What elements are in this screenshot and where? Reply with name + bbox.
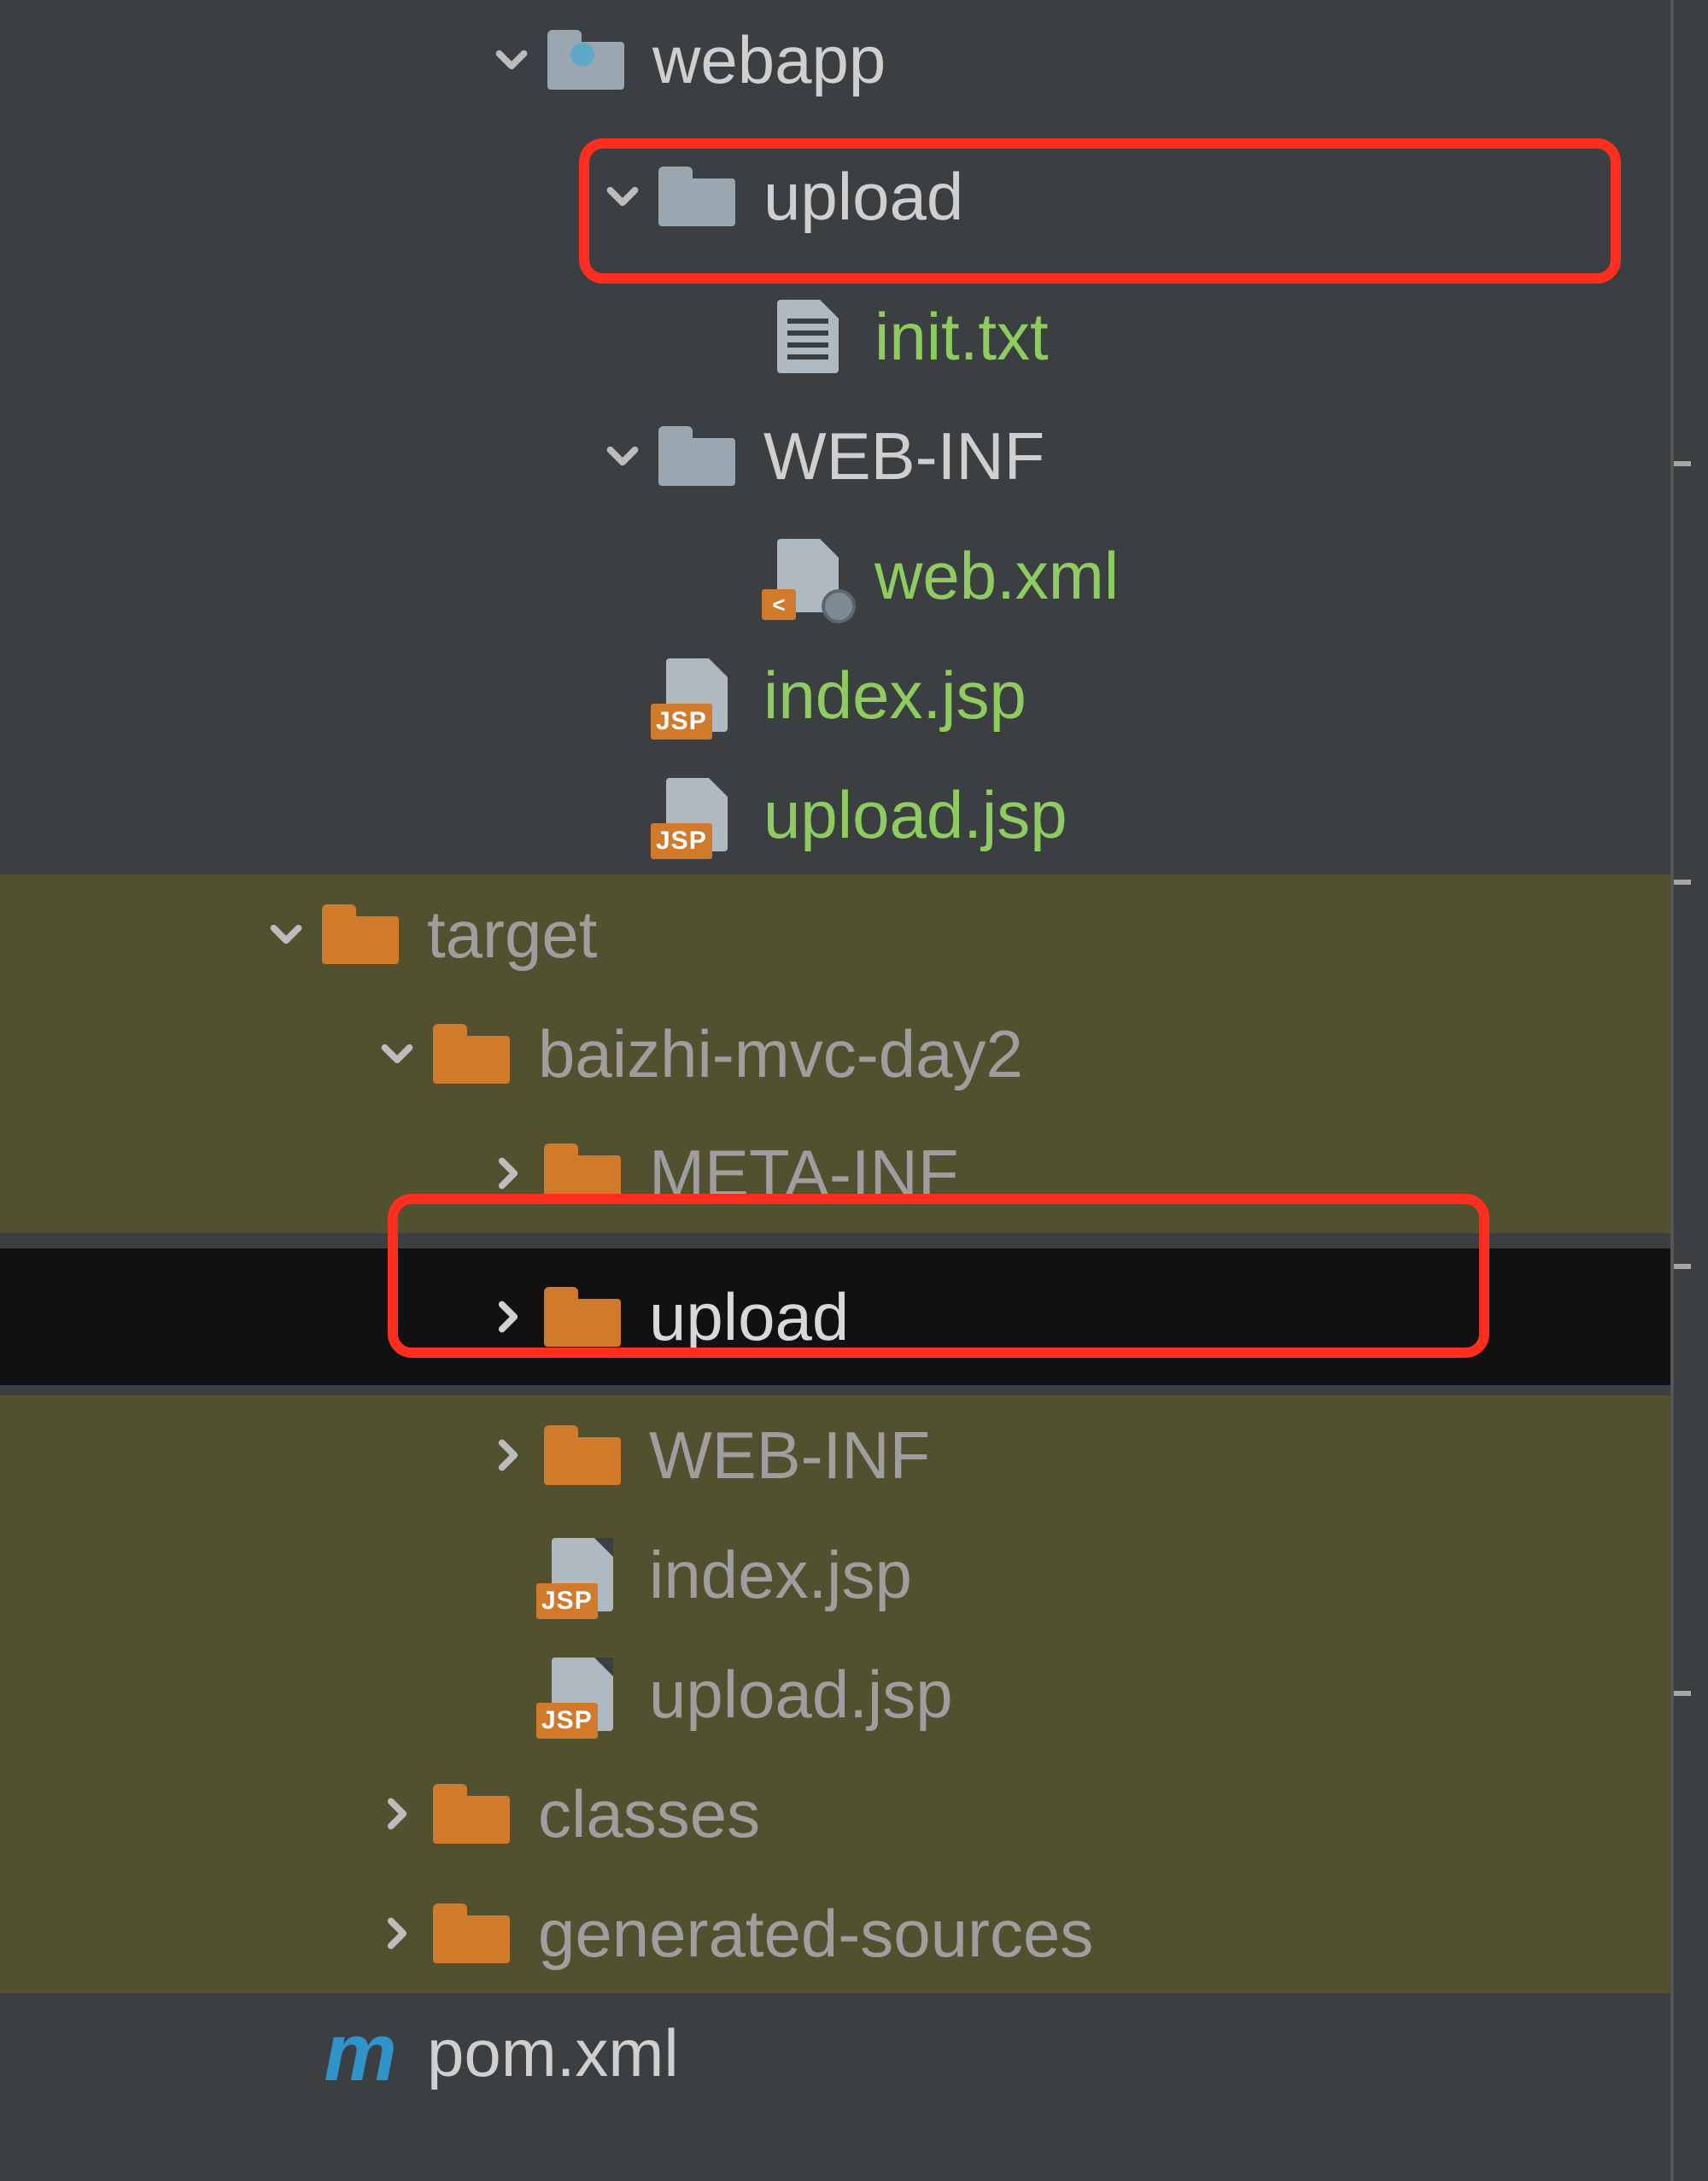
jsp-file-icon: JSP — [656, 654, 738, 736]
chevron-down-icon[interactable] — [372, 1029, 422, 1079]
chevron-down-icon[interactable] — [261, 909, 311, 959]
jsp-file-icon: JSP — [541, 1653, 623, 1735]
webroot-folder-icon — [545, 19, 627, 101]
tree-label: upload — [763, 163, 963, 230]
tree-label: webapp — [652, 26, 886, 93]
tree-label: WEB-INF — [763, 423, 1044, 489]
gutter-mark — [1674, 1691, 1691, 1696]
tree-item-pom-xml[interactable]: m pom.xml — [0, 1993, 1670, 2113]
tree-item-web-inf-src[interactable]: WEB-INF — [0, 396, 1670, 516]
tree-item-web-inf-target[interactable]: WEB-INF — [0, 1395, 1670, 1515]
tree-label: WEB-INF — [649, 1422, 930, 1488]
tree-item-classes[interactable]: classes — [0, 1754, 1670, 1874]
chevron-right-icon[interactable] — [372, 1789, 422, 1839]
tree-item-index-jsp-target[interactable]: JSP index.jsp — [0, 1515, 1670, 1634]
excluded-folder-icon — [319, 893, 401, 975]
excluded-folder-icon — [430, 1013, 512, 1095]
tree-item-meta-inf[interactable]: META-INF — [0, 1114, 1670, 1233]
jsp-badge: JSP — [651, 823, 712, 859]
jsp-file-icon: JSP — [656, 774, 738, 856]
jsp-badge: JSP — [536, 1703, 598, 1739]
jsp-badge: JSP — [651, 704, 712, 740]
tree-label: generated-sources — [538, 1900, 1093, 1967]
tree-label: target — [427, 901, 597, 968]
gutter-mark — [1674, 461, 1691, 466]
excluded-folder-icon — [541, 1276, 623, 1358]
tree-item-upload-jsp-target[interactable]: JSP upload.jsp — [0, 1634, 1670, 1754]
tree-label: index.jsp — [763, 662, 1027, 728]
chevron-right-icon[interactable] — [483, 1292, 533, 1342]
tree-item-index-jsp-src[interactable]: JSP index.jsp — [0, 635, 1670, 755]
tree-label: upload.jsp — [649, 1661, 953, 1728]
chevron-down-icon[interactable] — [598, 431, 647, 481]
tree-item-target[interactable]: target — [0, 874, 1670, 994]
folder-icon — [656, 415, 738, 497]
tree-label: init.txt — [874, 303, 1049, 370]
gutter-mark — [1674, 1264, 1691, 1269]
tree-label: upload.jsp — [763, 781, 1068, 848]
tree-item-init-txt[interactable]: init.txt — [0, 277, 1670, 396]
tree-label: upload — [649, 1283, 849, 1350]
jsp-file-icon: JSP — [541, 1534, 623, 1616]
tree-item-upload-jsp-src[interactable]: JSP upload.jsp — [0, 755, 1670, 874]
tree-item-upload-target[interactable]: upload — [0, 1248, 1670, 1385]
tree-label: web.xml — [874, 542, 1119, 609]
project-tree-panel[interactable]: webapp upload init.txt WEB-INF < — [0, 0, 1674, 2181]
tree-label: baizhi-mvc-day2 — [538, 1020, 1023, 1087]
maven-file-icon: m — [319, 2012, 401, 2094]
tree-label: classes — [538, 1780, 760, 1847]
excluded-folder-icon — [541, 1414, 623, 1496]
excluded-folder-icon — [430, 1892, 512, 1974]
tree-item-upload-src[interactable]: upload — [0, 137, 1670, 256]
chevron-right-icon[interactable] — [483, 1430, 533, 1480]
excluded-folder-icon — [541, 1132, 623, 1214]
text-file-icon — [767, 295, 849, 377]
editor-gutter-right — [1674, 0, 1708, 2181]
folder-icon — [656, 155, 738, 237]
chevron-right-icon[interactable] — [483, 1149, 533, 1198]
tree-item-web-xml[interactable]: < web.xml — [0, 516, 1670, 635]
tree-label: META-INF — [649, 1140, 959, 1207]
excluded-folder-icon — [430, 1773, 512, 1855]
tree-item-project-build[interactable]: baizhi-mvc-day2 — [0, 994, 1670, 1114]
tree-label: pom.xml — [427, 2020, 679, 2086]
jsp-badge: JSP — [536, 1583, 598, 1619]
chevron-down-icon[interactable] — [598, 172, 647, 221]
tree-label: index.jsp — [649, 1541, 912, 1608]
tree-item-generated-sources[interactable]: generated-sources — [0, 1874, 1670, 1993]
chevron-down-icon[interactable] — [487, 35, 536, 85]
chevron-right-icon[interactable] — [372, 1909, 422, 1958]
gutter-mark — [1674, 880, 1691, 885]
tree-item-webapp[interactable]: webapp — [0, 0, 1670, 120]
xml-file-icon: < — [767, 535, 849, 617]
